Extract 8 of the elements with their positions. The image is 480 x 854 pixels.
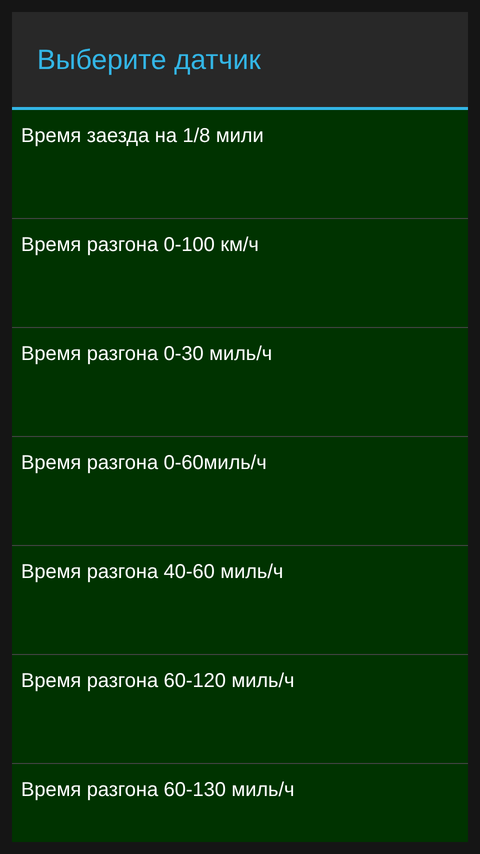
list-item[interactable]: Время разгона 0-100 км/ч: [12, 219, 468, 328]
dialog-title: Выберите датчик: [37, 44, 261, 76]
list-item[interactable]: Время заезда на 1/8 мили: [12, 110, 468, 219]
list-item[interactable]: Время разгона 60-120 миль/ч: [12, 655, 468, 764]
list-item[interactable]: Время разгона 60-130 миль/ч: [12, 764, 468, 842]
list-item[interactable]: Время разгона 0-30 миль/ч: [12, 328, 468, 437]
list-item[interactable]: Время разгона 0-60миль/ч: [12, 437, 468, 546]
list-item[interactable]: Время разгона 40-60 миль/ч: [12, 546, 468, 655]
